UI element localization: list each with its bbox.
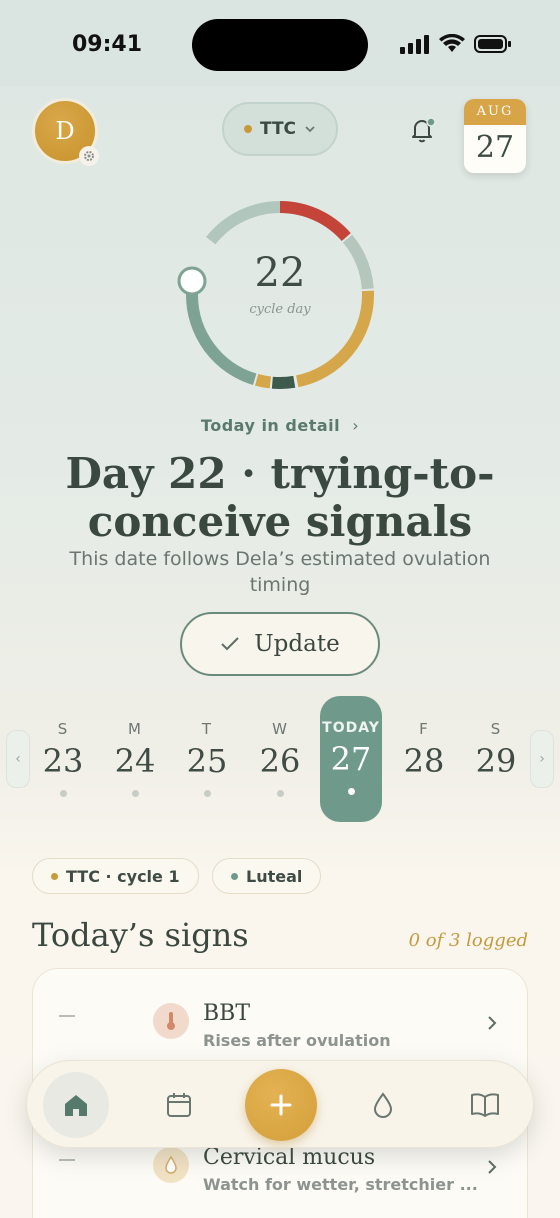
calendar-icon <box>167 1093 191 1117</box>
tab-learn[interactable] <box>455 1075 515 1135</box>
week-day-dot <box>276 790 284 797</box>
week-day[interactable]: S 23 <box>32 696 94 822</box>
week-day[interactable]: T 25 <box>176 696 238 822</box>
week-day-dot <box>203 790 211 797</box>
battery-icon <box>474 35 511 53</box>
update-label: Update <box>254 631 340 657</box>
chevron-right-icon <box>488 1016 497 1030</box>
week-day-number: 23 <box>42 742 84 780</box>
plus-icon <box>270 1094 292 1116</box>
week-day-number: 27 <box>330 740 372 778</box>
week-day-number: 29 <box>475 742 517 780</box>
week-day-number: 28 <box>403 742 445 780</box>
status-time: 09:41 <box>72 32 143 57</box>
week-day-letter: S <box>57 720 69 738</box>
chevron-right-icon <box>488 1160 497 1174</box>
date-badge[interactable]: AUG 27 <box>464 99 526 173</box>
date-badge-day: 27 <box>475 130 515 165</box>
phase-chip-dot <box>231 872 238 880</box>
gear-icon[interactable] <box>79 146 99 166</box>
week-day-letter: S <box>490 720 502 738</box>
chevron-right-icon: › <box>539 751 545 767</box>
sign-subtitle: Watch for wetter, stretchier ... <box>203 1175 478 1194</box>
droplet-icon <box>373 1092 393 1118</box>
book-icon <box>471 1093 499 1117</box>
chevron-left-icon: ‹ <box>15 751 21 767</box>
cycle-chip-label: TTC · cycle 1 <box>66 866 180 886</box>
tab-bar <box>26 1060 534 1148</box>
home-icon <box>65 1095 87 1116</box>
cycle-day-label: cycle day <box>249 302 311 317</box>
chevron-right-icon: › <box>352 416 360 435</box>
mode-selector[interactable]: TTC <box>222 102 338 156</box>
thermometer-icon <box>153 1003 189 1039</box>
week-day[interactable]: F 28 <box>393 696 455 822</box>
week-day-letter: T <box>201 720 213 738</box>
day-headline: Day 22 · trying-to-conceive signals <box>65 449 495 546</box>
week-day-dot <box>131 790 139 797</box>
week-day-dot <box>59 790 67 797</box>
checkmark-icon <box>221 637 240 651</box>
add-log-button[interactable] <box>245 1069 317 1141</box>
week-day-number: 24 <box>114 742 156 780</box>
mode-dot <box>243 125 252 133</box>
tab-calendar[interactable] <box>149 1075 209 1135</box>
week-day-number: 25 <box>186 742 228 780</box>
week-day-number: 26 <box>259 742 301 780</box>
week-prev-button[interactable]: ‹ <box>6 730 30 788</box>
phase-chip[interactable]: Luteal <box>212 858 322 894</box>
droplet-icon <box>153 1147 189 1183</box>
week-next-button[interactable]: › <box>530 730 554 788</box>
phase-chip-label: Luteal <box>246 866 303 886</box>
date-badge-month: AUG <box>464 99 526 125</box>
signal-icon <box>400 35 429 54</box>
dynamic-island <box>192 19 368 71</box>
week-day[interactable]: S 29 <box>465 696 527 822</box>
cycle-chip[interactable]: TTC · cycle 1 <box>32 858 199 894</box>
tab-home[interactable] <box>43 1072 109 1138</box>
sign-row-bbt[interactable]: BBT Rises after ovulation <box>33 975 529 1065</box>
bell-icon <box>412 117 436 143</box>
week-day-dot <box>347 788 355 795</box>
sign-empty-indicator <box>59 1015 75 1017</box>
update-button[interactable]: Update <box>180 612 380 676</box>
week-day-letter: W <box>272 720 288 738</box>
wifi-icon <box>439 34 465 52</box>
notifications-button[interactable] <box>400 108 444 152</box>
mode-label: TTC <box>259 119 297 139</box>
today-in-detail-link[interactable]: Today in detail › <box>0 416 560 435</box>
sign-empty-indicator <box>59 1159 75 1161</box>
status-icons <box>400 34 512 54</box>
week-day-letter: TODAY <box>322 720 380 736</box>
week-day-letter: M <box>128 720 142 738</box>
cycle-day-number: 22 <box>254 250 306 296</box>
tab-cycle[interactable] <box>353 1075 413 1135</box>
week-day-today[interactable]: TODAY 27 <box>320 696 382 822</box>
sign-subtitle: Rises after ovulation <box>203 1031 391 1050</box>
chevron-down-icon <box>305 126 315 133</box>
signs-logged-count: 0 of 3 logged <box>408 930 528 951</box>
sign-title: Cervical mucus <box>203 1145 376 1170</box>
sign-title: BBT <box>203 1001 251 1026</box>
status-bar: 09:41 <box>0 0 560 86</box>
today-in-detail-label: Today in detail <box>200 416 341 435</box>
week-day[interactable]: W 26 <box>249 696 311 822</box>
signs-title: Today’s signs <box>32 916 249 954</box>
week-day[interactable]: M 24 <box>104 696 166 822</box>
week-day-letter: F <box>419 720 429 738</box>
day-subline: This date follows Dela’s estimated ovula… <box>69 548 491 596</box>
cycle-chip-dot <box>51 872 58 880</box>
